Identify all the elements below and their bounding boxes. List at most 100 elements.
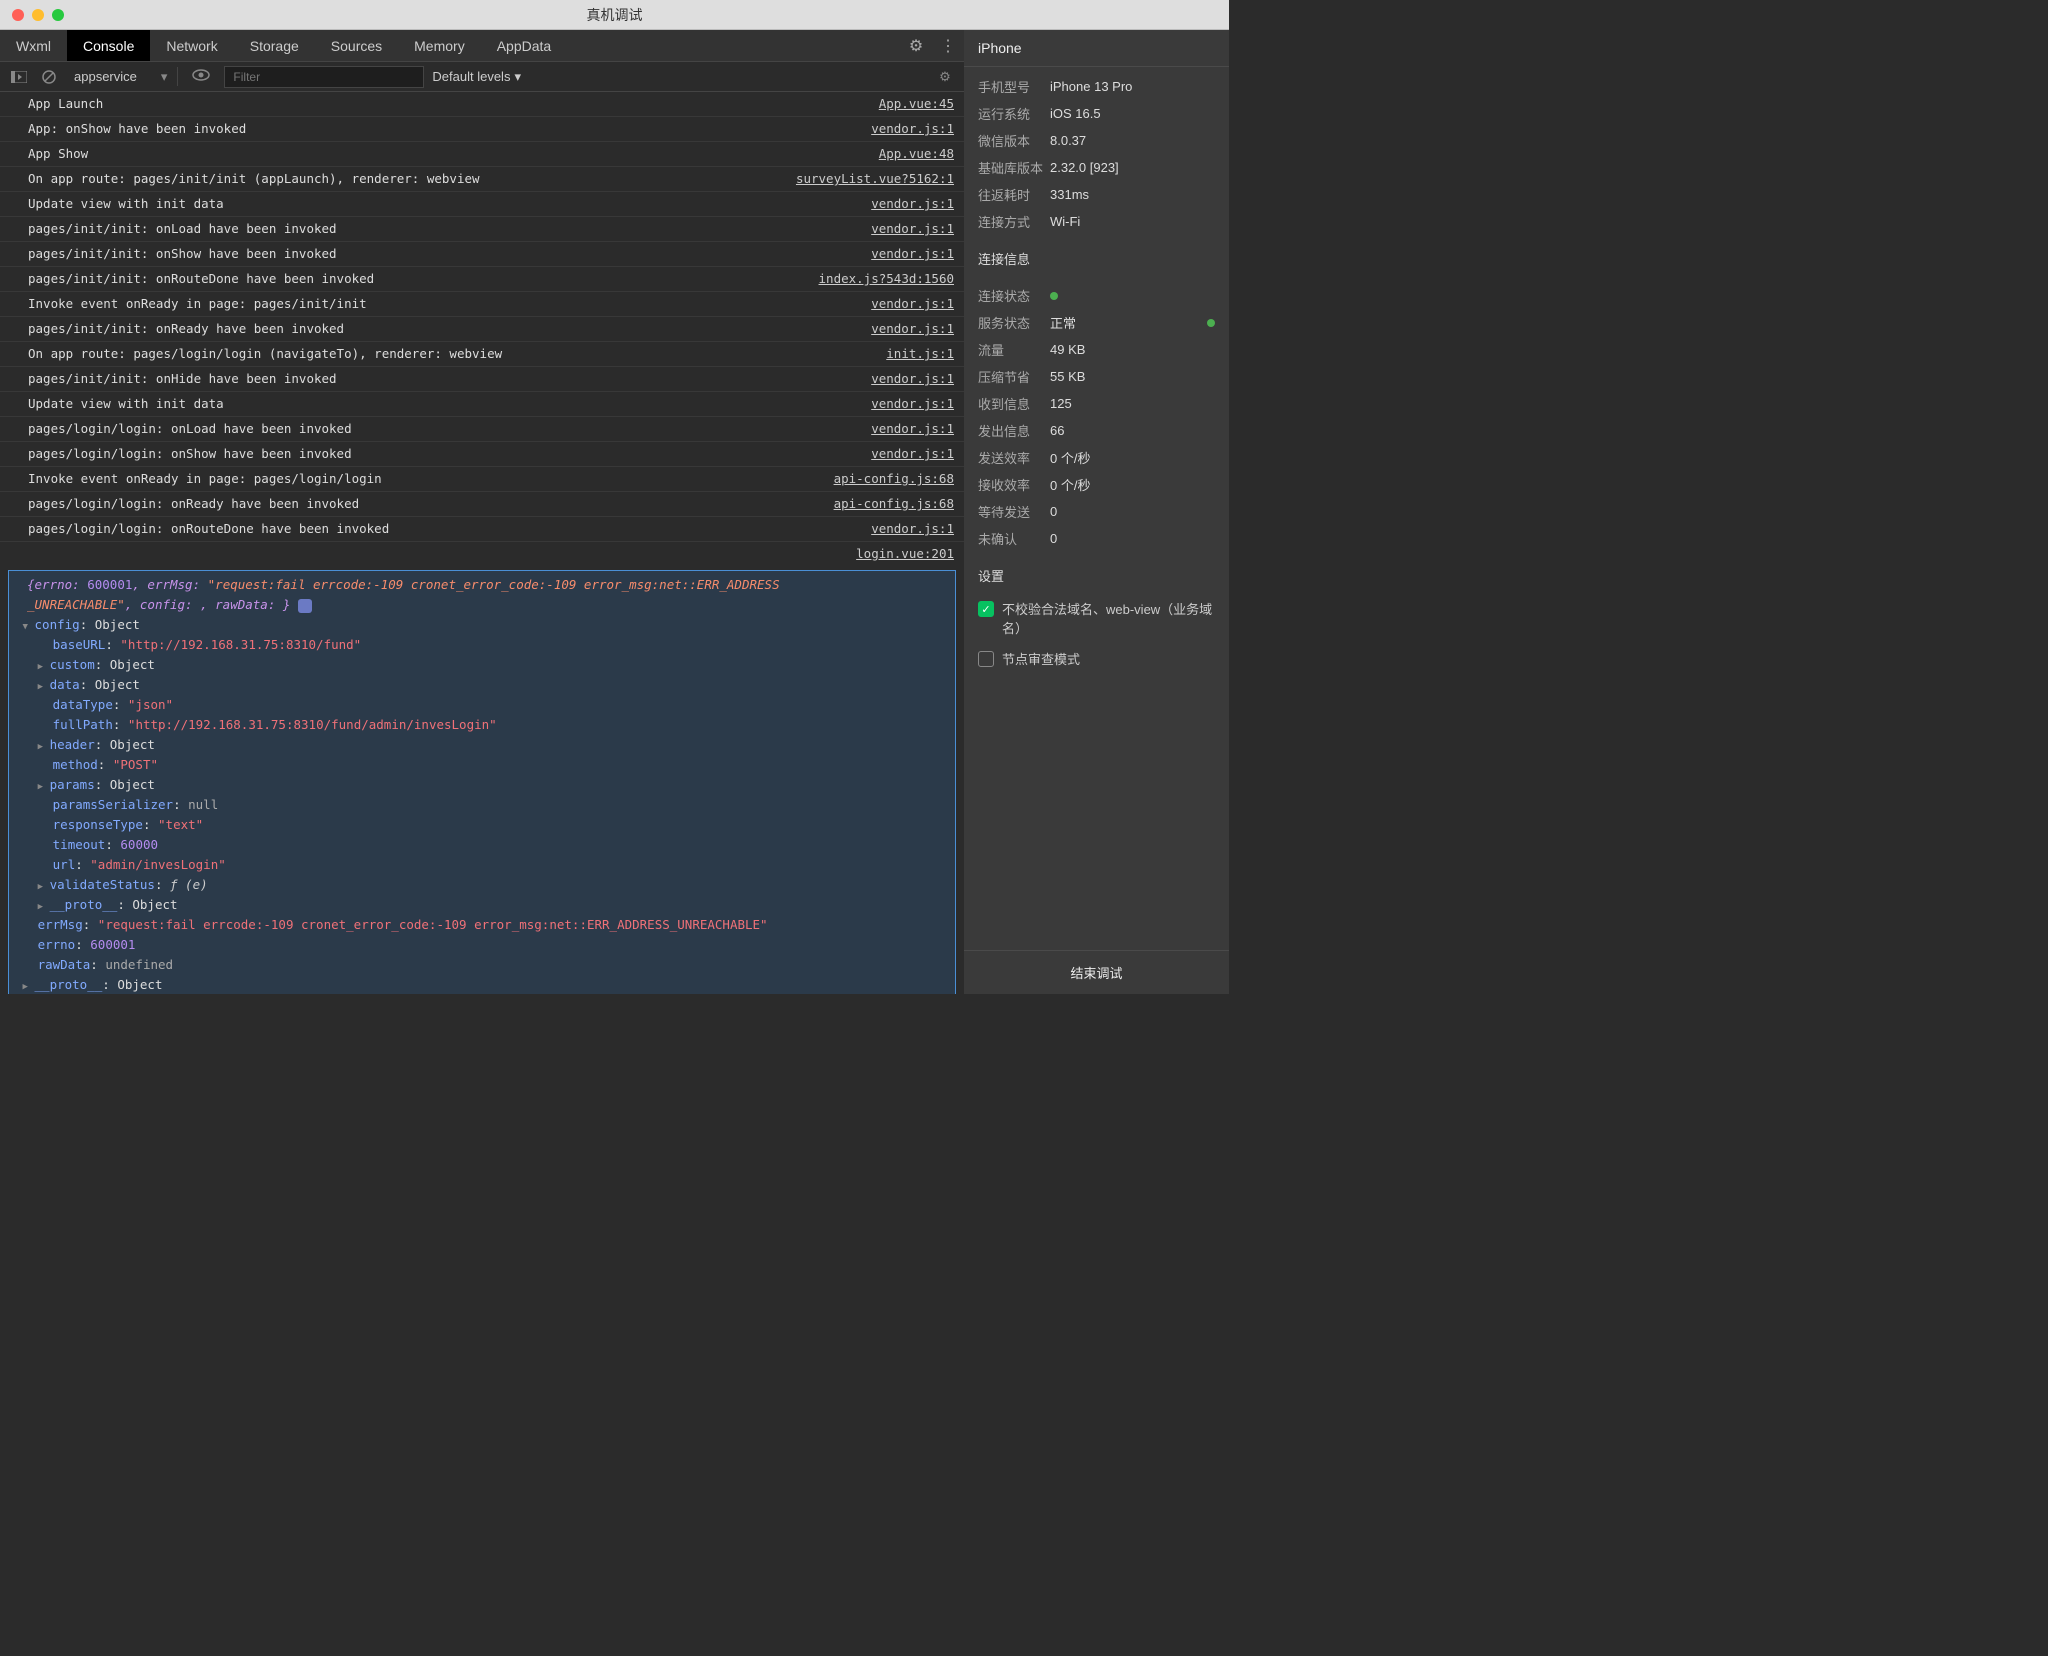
checkbox-icon: ✓: [978, 601, 994, 617]
log-message: App: onShow have been invoked: [28, 119, 863, 139]
log-row[interactable]: pages/init/init: onRouteDone have been i…: [0, 267, 964, 292]
log-message: pages/init/init: onRouteDone have been i…: [28, 269, 811, 289]
error-object[interactable]: {errno: 600001, errMsg: "request:fail er…: [8, 570, 956, 994]
log-source-link[interactable]: vendor.js:1: [871, 119, 954, 139]
log-source-link[interactable]: vendor.js:1: [871, 369, 954, 389]
log-row[interactable]: Invoke event onReady in page: pages/init…: [0, 292, 964, 317]
log-source-link[interactable]: vendor.js:1: [871, 194, 954, 214]
log-message: Invoke event onReady in page: pages/init…: [28, 294, 863, 314]
device-info-row: 微信版本8.0.37: [964, 127, 1229, 154]
log-message: pages/login/login: onLoad have been invo…: [28, 419, 863, 439]
log-message: pages/init/init: onShow have been invoke…: [28, 244, 863, 264]
context-selector[interactable]: appservice: [68, 67, 157, 86]
live-expression-icon[interactable]: [192, 69, 210, 84]
log-source-link[interactable]: App.vue:48: [879, 144, 954, 164]
connection-info-row: 接收效率0 个/秒: [964, 471, 1229, 498]
log-row[interactable]: pages/init/init: onHide have been invoke…: [0, 367, 964, 392]
log-message: Invoke event onReady in page: pages/logi…: [28, 469, 826, 489]
titlebar: 真机调试: [0, 0, 1229, 30]
log-row[interactable]: On app route: pages/login/login (navigat…: [0, 342, 964, 367]
log-source-link[interactable]: index.js?543d:1560: [819, 269, 954, 289]
log-source-link[interactable]: vendor.js:1: [871, 394, 954, 414]
log-source-link[interactable]: vendor.js:1: [871, 244, 954, 264]
log-message: App Launch: [28, 94, 871, 114]
log-source-link[interactable]: login.vue:201: [856, 544, 954, 564]
device-sidebar: iPhone 手机型号iPhone 13 Pro运行系统iOS 16.5微信版本…: [964, 30, 1229, 994]
log-message: pages/login/login: onReady have been inv…: [28, 494, 826, 514]
log-row[interactable]: Update view with init data vendor.js:1: [0, 192, 964, 217]
maximize-window-button[interactable]: [52, 9, 64, 21]
filter-input[interactable]: [224, 66, 424, 88]
log-row[interactable]: pages/login/login: onRouteDone have been…: [0, 517, 964, 542]
log-row[interactable]: On app route: pages/init/init (appLaunch…: [0, 167, 964, 192]
log-row[interactable]: App: onShow have been invoked vendor.js:1: [0, 117, 964, 142]
connection-info-row: 发出信息66: [964, 417, 1229, 444]
log-row[interactable]: pages/init/init: onLoad have been invoke…: [0, 217, 964, 242]
connection-info-row: 发送效率0 个/秒: [964, 444, 1229, 471]
checkbox-icon: [978, 651, 994, 667]
tab-console[interactable]: Console: [67, 30, 150, 61]
clear-console-icon[interactable]: [38, 66, 60, 88]
device-info-row: 基础库版本2.32.0 [923]: [964, 154, 1229, 181]
more-icon[interactable]: ⋮: [932, 30, 964, 61]
log-message: Update view with init data: [28, 194, 863, 214]
console-output[interactable]: App Launch App.vue:45 App: onShow have bee…: [0, 92, 964, 994]
log-row[interactable]: Invoke event onReady in page: pages/logi…: [0, 467, 964, 492]
connection-info-row: 服务状态正常: [964, 309, 1229, 336]
connection-info-title: 连接信息: [964, 241, 1229, 276]
window-title: 真机调试: [587, 5, 643, 25]
log-row[interactable]: pages/init/init: onReady have been invok…: [0, 317, 964, 342]
log-message: pages/init/init: onHide have been invoke…: [28, 369, 863, 389]
log-row[interactable]: pages/login/login: onReady have been inv…: [0, 492, 964, 517]
checkbox-inspect-mode[interactable]: 节点审查模式: [964, 643, 1229, 674]
gear-icon[interactable]: ⚙: [900, 30, 932, 61]
connection-info-row: 连接状态: [964, 282, 1229, 309]
device-info-row: 往返耗时331ms: [964, 181, 1229, 208]
log-source-link[interactable]: App.vue:45: [879, 94, 954, 114]
log-message: On app route: pages/login/login (navigat…: [28, 344, 878, 364]
tab-wxml[interactable]: Wxml: [0, 30, 67, 61]
log-message: pages/login/login: onShow have been invo…: [28, 444, 863, 464]
log-row[interactable]: Update view with init data vendor.js:1: [0, 392, 964, 417]
log-source-link[interactable]: vendor.js:1: [871, 519, 954, 539]
log-message: pages/login/login: onRouteDone have been…: [28, 519, 863, 539]
connection-info-row: 收到信息125: [964, 390, 1229, 417]
log-source-link[interactable]: api-config.js:68: [834, 494, 954, 514]
log-row[interactable]: App ShowApp.vue:48: [0, 142, 964, 167]
log-row[interactable]: pages/login/login: onShow have been invo…: [0, 442, 964, 467]
close-window-button[interactable]: [12, 9, 24, 21]
tab-memory[interactable]: Memory: [398, 30, 481, 61]
console-settings-icon[interactable]: ⚙: [934, 66, 956, 88]
tab-storage[interactable]: Storage: [234, 30, 315, 61]
log-message: pages/init/init: onReady have been invok…: [28, 319, 863, 339]
log-row[interactable]: pages/init/init: onShow have been invoke…: [0, 242, 964, 267]
devtools-tabs: Wxml Console Network Storage Sources Mem…: [0, 30, 964, 62]
log-message: Update view with init data: [28, 394, 863, 414]
log-source-link[interactable]: vendor.js:1: [871, 319, 954, 339]
end-debug-button[interactable]: 结束调试: [964, 950, 1229, 994]
log-source-link[interactable]: vendor.js:1: [871, 219, 954, 239]
device-info-row: 手机型号iPhone 13 Pro: [964, 73, 1229, 100]
connection-info-row: 等待发送0: [964, 498, 1229, 525]
log-source-link[interactable]: init.js:1: [886, 344, 954, 364]
tab-sources[interactable]: Sources: [315, 30, 398, 61]
console-toolbar: appservice Default levels▾ ⚙: [0, 62, 964, 92]
log-levels-selector[interactable]: Default levels▾: [432, 69, 521, 85]
minimize-window-button[interactable]: [32, 9, 44, 21]
log-source-link[interactable]: api-config.js:68: [834, 469, 954, 489]
tab-network[interactable]: Network: [150, 30, 233, 61]
device-info-row: 连接方式Wi-Fi: [964, 208, 1229, 235]
log-source-link[interactable]: vendor.js:1: [871, 419, 954, 439]
tab-appdata[interactable]: AppData: [481, 30, 567, 61]
log-source-link[interactable]: vendor.js:1: [871, 444, 954, 464]
checkbox-skip-domain[interactable]: ✓ 不校验合法域名、web-view（业务域名）: [964, 593, 1229, 643]
log-row[interactable]: pages/login/login: onLoad have been invo…: [0, 417, 964, 442]
log-row[interactable]: App Launch App.vue:45: [0, 92, 964, 117]
connection-info-row: 流量49 KB: [964, 336, 1229, 363]
device-name: iPhone: [964, 30, 1229, 67]
toggle-sidebar-icon[interactable]: [8, 66, 30, 88]
log-source-link[interactable]: surveyList.vue?5162:1: [796, 169, 954, 189]
log-message: On app route: pages/init/init (appLaunch…: [28, 169, 788, 189]
log-source-link[interactable]: vendor.js:1: [871, 294, 954, 314]
device-info-row: 运行系统iOS 16.5: [964, 100, 1229, 127]
